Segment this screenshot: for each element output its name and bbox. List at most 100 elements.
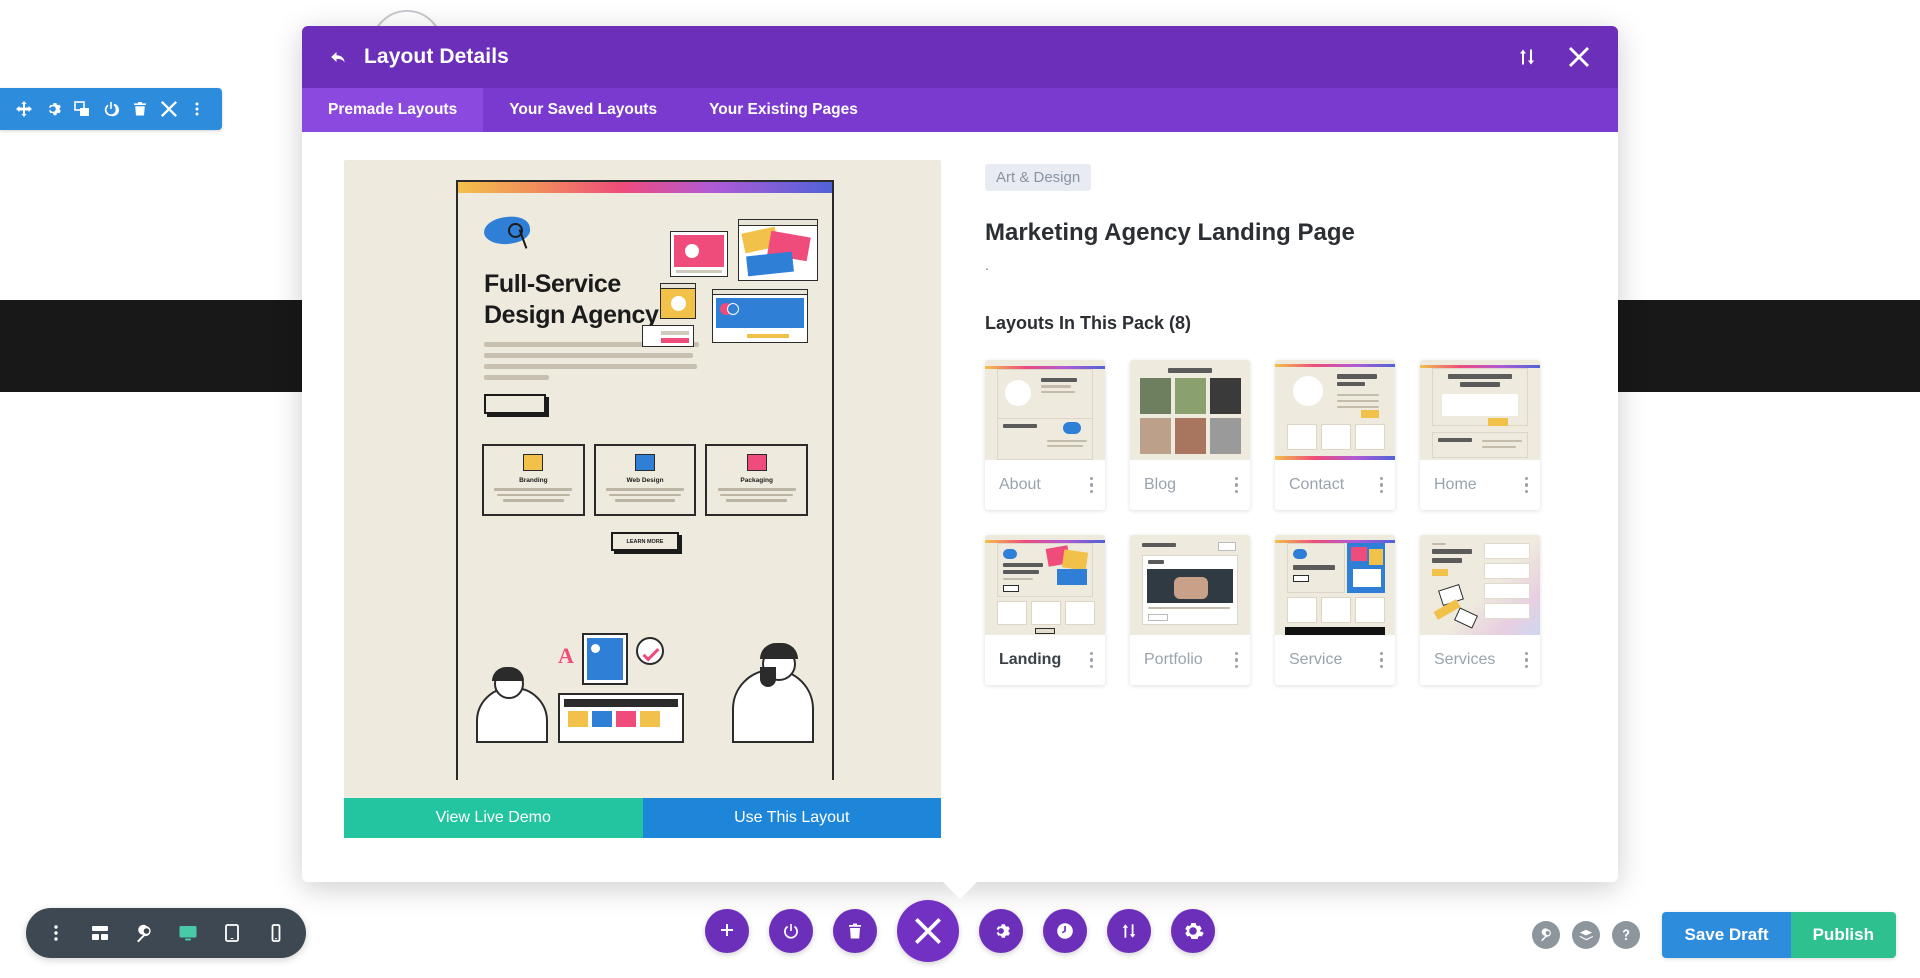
layout-preview-image[interactable]: Full-Service Design Agency [344, 160, 941, 798]
layout-card-portfolio[interactable]: Portfolio [1130, 535, 1250, 685]
layout-details-modal: Layout Details Premade Layouts Your Save… [302, 26, 1618, 882]
zoom-icon[interactable] [1532, 921, 1560, 949]
layout-name: Service [1289, 651, 1342, 669]
desktop-icon[interactable] [166, 911, 210, 955]
mock-card-title: Web Design [602, 477, 689, 484]
layout-name: Services [1434, 651, 1495, 669]
tab-label: Your Existing Pages [709, 101, 858, 119]
mock-cta-button [484, 394, 546, 414]
wireframe-icon[interactable] [78, 911, 122, 955]
kebab-icon[interactable] [1235, 477, 1239, 494]
settings-gear-icon[interactable] [1171, 909, 1215, 953]
tab-your-saved-layouts[interactable]: Your Saved Layouts [483, 88, 683, 132]
layout-details-column: Art & Design Marketing Agency Landing Pa… [941, 160, 1584, 882]
sort-icon[interactable] [1107, 909, 1151, 953]
mock-card: Branding [482, 444, 585, 516]
publish-bar: Save Draft Publish [1532, 912, 1896, 958]
mock-gradient-bar [458, 180, 832, 193]
kebab-icon[interactable] [34, 911, 78, 955]
use-this-layout-button[interactable]: Use This Layout [643, 798, 942, 838]
tablet-icon[interactable] [210, 911, 254, 955]
mock-page: Full-Service Design Agency [456, 180, 834, 780]
editor-action-bar [705, 900, 1215, 962]
layout-name: About [999, 476, 1041, 494]
view-live-demo-button[interactable]: View Live Demo [344, 798, 643, 838]
gear-icon[interactable] [979, 909, 1023, 953]
pack-description: . [985, 257, 1584, 273]
zoom-icon[interactable] [122, 911, 166, 955]
kebab-icon[interactable] [1235, 652, 1239, 669]
layout-name: Home [1434, 476, 1477, 494]
layout-thumbnail [1275, 360, 1395, 460]
mock-illustration: A [458, 573, 832, 743]
layout-thumbnail [1130, 360, 1250, 460]
modal-body: Full-Service Design Agency [302, 132, 1618, 882]
mock-card: Web Design [594, 444, 697, 516]
layout-card-contact[interactable]: Contact [1275, 360, 1395, 510]
layouts-grid: About [985, 360, 1555, 685]
tab-label: Premade Layouts [328, 101, 457, 119]
save-draft-button[interactable]: Save Draft [1662, 912, 1790, 958]
move-icon[interactable] [13, 98, 35, 120]
add-icon[interactable] [705, 909, 749, 953]
layout-thumbnail [985, 535, 1105, 635]
mock-learn-more-button: LEARN MORE [611, 532, 679, 551]
kebab-icon[interactable] [1380, 477, 1384, 494]
module-settings-toolbar[interactable] [0, 88, 222, 130]
layout-thumbnail [1275, 535, 1395, 635]
layout-card-blog[interactable]: Blog [1130, 360, 1250, 510]
kebab-icon[interactable] [1090, 477, 1094, 494]
layout-thumbnail [1130, 535, 1250, 635]
layout-card-home[interactable]: Home [1420, 360, 1540, 510]
layout-thumbnail [985, 360, 1105, 460]
modal-header: Layout Details [302, 26, 1618, 88]
mock-card: Packaging [705, 444, 808, 516]
mock-logo-icon [484, 215, 538, 251]
power-icon[interactable] [769, 909, 813, 953]
publish-button[interactable]: Publish [1791, 912, 1896, 958]
layout-card-services[interactable]: Services [1420, 535, 1540, 685]
history-icon[interactable] [1043, 909, 1087, 953]
trash-icon[interactable] [129, 98, 151, 120]
close-icon[interactable] [158, 98, 180, 120]
tab-premade-layouts[interactable]: Premade Layouts [302, 88, 483, 132]
close-icon[interactable] [897, 900, 959, 962]
close-icon[interactable] [1564, 42, 1594, 72]
kebab-icon[interactable] [1090, 652, 1094, 669]
layout-preview-column: Full-Service Design Agency [344, 160, 941, 882]
sort-icon[interactable] [1512, 42, 1542, 72]
phone-icon[interactable] [254, 911, 298, 955]
layout-name: Blog [1144, 476, 1176, 494]
kebab-icon[interactable] [186, 98, 208, 120]
layout-card-about[interactable]: About [985, 360, 1105, 510]
modal-tab-bar: Premade Layouts Your Saved Layouts Your … [302, 88, 1618, 132]
layouts-in-pack-heading: Layouts In This Pack (8) [985, 313, 1584, 334]
mock-paragraph [484, 342, 699, 380]
tab-your-existing-pages[interactable]: Your Existing Pages [683, 88, 884, 132]
layout-name: Portfolio [1144, 651, 1203, 669]
preview-action-buttons: View Live Demo Use This Layout [344, 798, 941, 838]
layout-card-landing[interactable]: Landing [985, 535, 1105, 685]
duplicate-icon[interactable] [71, 98, 93, 120]
category-badge[interactable]: Art & Design [985, 164, 1091, 191]
kebab-icon[interactable] [1380, 652, 1384, 669]
modal-pointer [942, 881, 978, 899]
mock-artwork [668, 221, 818, 361]
mock-card-title: Branding [490, 477, 577, 484]
layout-name: Landing [999, 651, 1061, 669]
tab-label: Your Saved Layouts [509, 101, 657, 119]
help-icon[interactable] [1612, 921, 1640, 949]
layout-card-service[interactable]: Service [1275, 535, 1395, 685]
modal-title: Layout Details [364, 45, 509, 69]
layers-icon[interactable] [1572, 921, 1600, 949]
trash-icon[interactable] [833, 909, 877, 953]
view-mode-toolbar [26, 908, 306, 958]
kebab-icon[interactable] [1525, 477, 1529, 494]
kebab-icon[interactable] [1525, 652, 1529, 669]
layout-thumbnail [1420, 360, 1540, 460]
back-arrow-icon[interactable] [326, 44, 352, 70]
gear-icon[interactable] [42, 98, 64, 120]
power-icon[interactable] [100, 98, 122, 120]
editor-screen: Layout Details Premade Layouts Your Save… [0, 0, 1920, 978]
mock-card-title: Packaging [713, 477, 800, 484]
